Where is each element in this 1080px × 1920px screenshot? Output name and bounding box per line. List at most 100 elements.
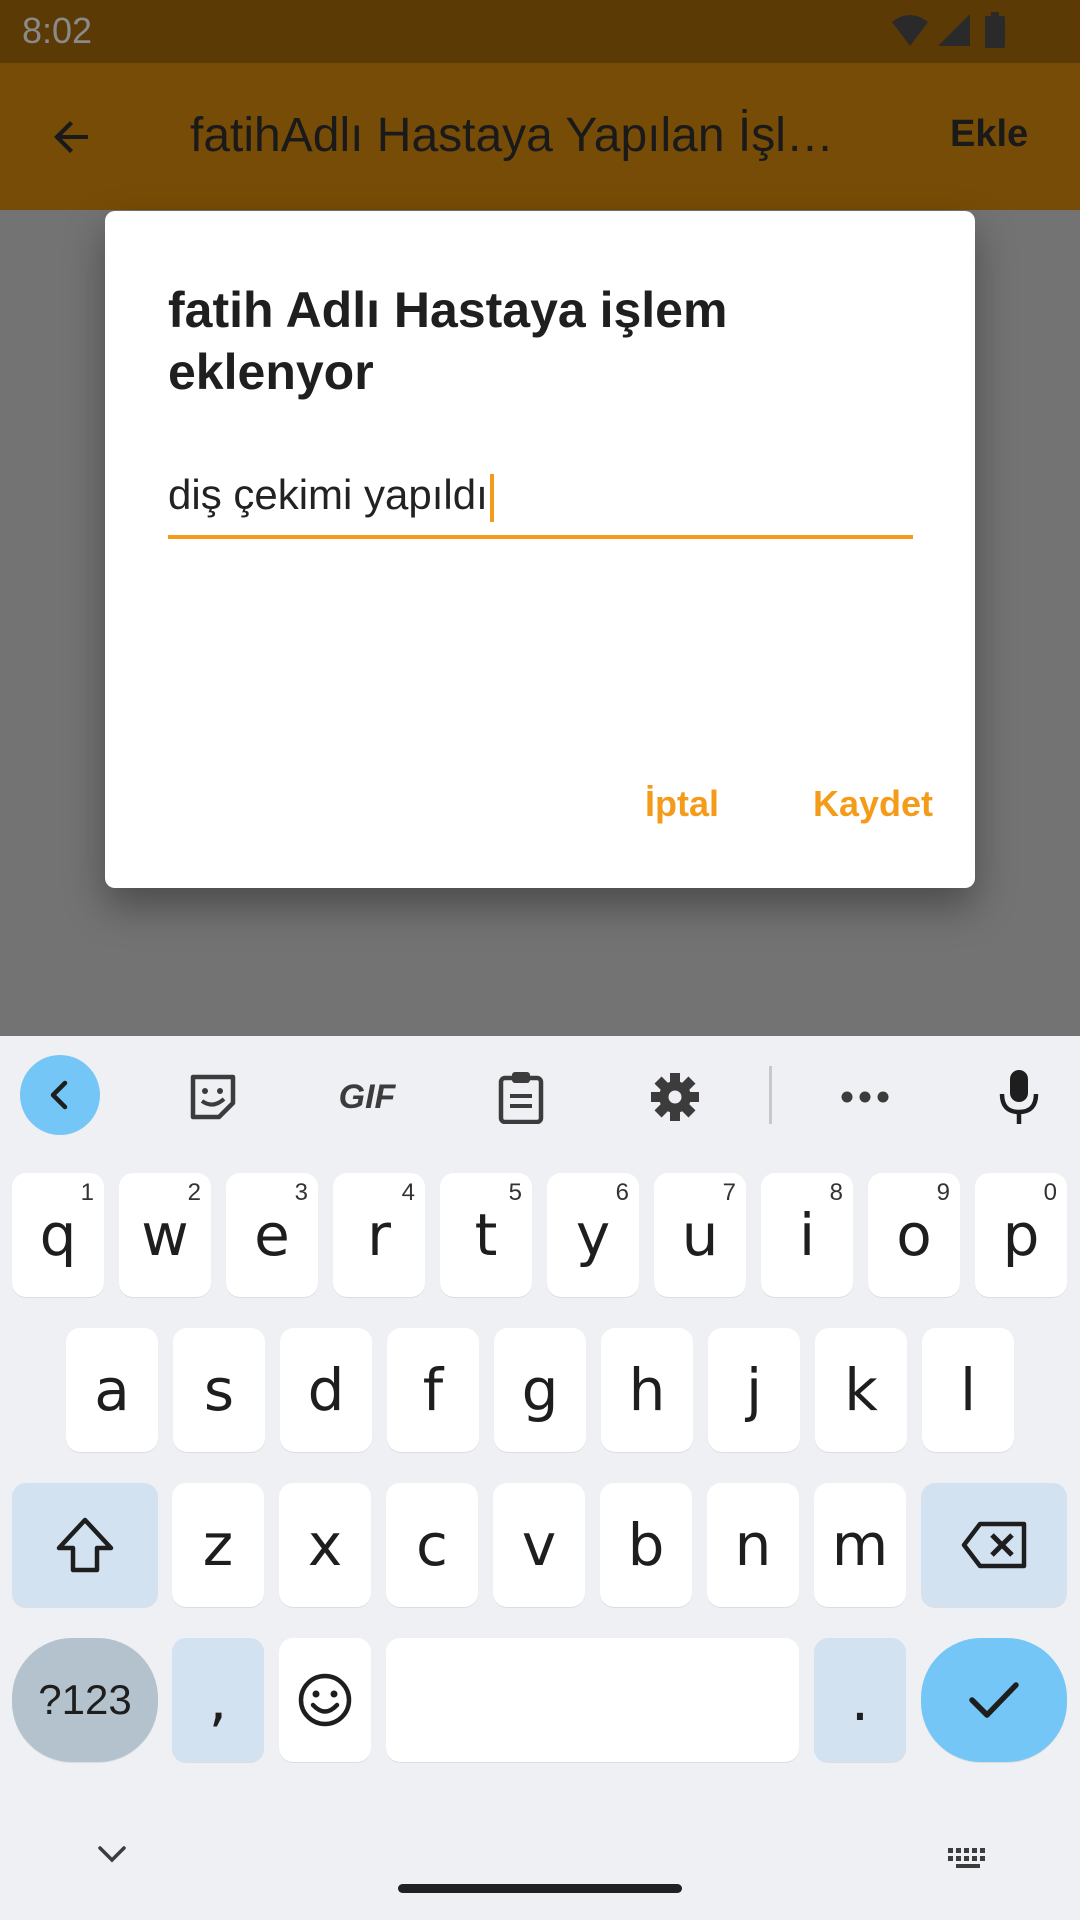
key-g[interactable]: g bbox=[494, 1328, 586, 1452]
add-procedure-dialog: fatih Adlı Hastaya işlem eklenyor diş çe… bbox=[105, 211, 975, 888]
clipboard-button[interactable] bbox=[482, 1058, 560, 1136]
key-q[interactable]: q1 bbox=[12, 1173, 104, 1297]
key-label: x bbox=[307, 1511, 343, 1579]
gesture-handle[interactable] bbox=[398, 1884, 682, 1893]
checkmark-icon bbox=[969, 1682, 1019, 1718]
key-i[interactable]: i8 bbox=[761, 1173, 853, 1297]
voice-input-button[interactable] bbox=[980, 1058, 1058, 1136]
sticker-button[interactable] bbox=[174, 1058, 252, 1136]
key-label: d bbox=[307, 1356, 345, 1424]
key-z[interactable]: z bbox=[172, 1483, 264, 1607]
sticker-icon bbox=[190, 1074, 236, 1120]
key-l[interactable]: l bbox=[922, 1328, 1014, 1452]
key-v[interactable]: v bbox=[493, 1483, 585, 1607]
key-m[interactable]: m bbox=[814, 1483, 906, 1607]
key-hint: 8 bbox=[829, 1179, 843, 1206]
key-n[interactable]: n bbox=[707, 1483, 799, 1607]
key-label: o bbox=[896, 1201, 932, 1269]
key-label: r bbox=[367, 1201, 391, 1269]
space-key[interactable] bbox=[386, 1638, 799, 1762]
shift-arrow-icon bbox=[56, 1517, 114, 1573]
key-hint: 9 bbox=[936, 1179, 950, 1206]
key-r[interactable]: r4 bbox=[333, 1173, 425, 1297]
key-c[interactable]: c bbox=[386, 1483, 478, 1607]
key-hint: 5 bbox=[508, 1179, 522, 1206]
comma-key[interactable]: , bbox=[172, 1638, 264, 1762]
key-label: v bbox=[521, 1511, 557, 1579]
key-label: s bbox=[203, 1356, 235, 1424]
key-x[interactable]: x bbox=[279, 1483, 371, 1607]
key-o[interactable]: o9 bbox=[868, 1173, 960, 1297]
key-label: a bbox=[94, 1356, 130, 1424]
key-hint: 0 bbox=[1043, 1179, 1057, 1206]
symbols-key[interactable]: ?123 bbox=[12, 1638, 158, 1762]
key-y[interactable]: y6 bbox=[547, 1173, 639, 1297]
key-label: t bbox=[474, 1201, 498, 1269]
key-hint: 3 bbox=[294, 1179, 308, 1206]
key-hint: 1 bbox=[80, 1179, 94, 1206]
key-label: h bbox=[628, 1356, 666, 1424]
chevron-down-icon bbox=[98, 1846, 126, 1863]
key-label: c bbox=[416, 1511, 448, 1579]
key-f[interactable]: f bbox=[387, 1328, 479, 1452]
key-label: z bbox=[202, 1511, 234, 1579]
key-j[interactable]: j bbox=[708, 1328, 800, 1452]
keyboard-icon bbox=[948, 1848, 985, 1868]
key-e[interactable]: e3 bbox=[226, 1173, 318, 1297]
key-hint: 6 bbox=[615, 1179, 629, 1206]
emoji-key[interactable] bbox=[279, 1638, 371, 1762]
key-k[interactable]: k bbox=[815, 1328, 907, 1452]
shift-key[interactable] bbox=[12, 1483, 158, 1607]
microphone-icon bbox=[999, 1070, 1039, 1124]
more-button[interactable] bbox=[826, 1058, 904, 1136]
key-label: g bbox=[521, 1356, 559, 1424]
procedure-input[interactable]: diş çekimi yapıldı bbox=[168, 471, 913, 539]
key-w[interactable]: w2 bbox=[119, 1173, 211, 1297]
back-button[interactable] bbox=[40, 105, 104, 169]
page-title: fatihAdlı Hastaya Yapılan İşlemler bbox=[190, 109, 840, 162]
dialog-title: fatih Adlı Hastaya işlem eklenyor bbox=[168, 282, 728, 400]
keyboard-back-button[interactable] bbox=[20, 1055, 100, 1135]
key-label: p bbox=[1002, 1201, 1040, 1269]
save-button[interactable]: Kaydet bbox=[813, 783, 933, 825]
key-hint: 7 bbox=[722, 1179, 736, 1206]
key-b[interactable]: b bbox=[600, 1483, 692, 1607]
key-t[interactable]: t5 bbox=[440, 1173, 532, 1297]
key-label: w bbox=[141, 1201, 189, 1269]
key-label: j bbox=[745, 1356, 763, 1424]
key-label: l bbox=[959, 1356, 977, 1424]
key-hint: 4 bbox=[401, 1179, 415, 1206]
toolbar-divider bbox=[769, 1066, 772, 1124]
key-d[interactable]: d bbox=[280, 1328, 372, 1452]
key-label: m bbox=[831, 1511, 889, 1579]
key-label: q bbox=[39, 1201, 77, 1269]
key-label: u bbox=[681, 1201, 719, 1269]
emoji-icon bbox=[298, 1673, 352, 1727]
key-a[interactable]: a bbox=[66, 1328, 158, 1452]
wifi-icon bbox=[890, 12, 930, 53]
key-s[interactable]: s bbox=[173, 1328, 265, 1452]
signal-icon bbox=[936, 12, 972, 53]
gif-icon: GIF bbox=[338, 1077, 396, 1116]
enter-key[interactable] bbox=[921, 1638, 1067, 1762]
switch-keyboard-button[interactable] bbox=[946, 1846, 990, 1875]
gif-button[interactable]: GIF bbox=[328, 1058, 406, 1136]
key-label: f bbox=[422, 1356, 444, 1424]
hide-keyboard-button[interactable] bbox=[94, 1842, 130, 1871]
cancel-button[interactable]: İptal bbox=[645, 783, 719, 825]
more-icon bbox=[841, 1091, 889, 1103]
period-key[interactable]: . bbox=[814, 1638, 906, 1762]
key-label: y bbox=[575, 1201, 611, 1269]
backspace-key[interactable] bbox=[921, 1483, 1067, 1607]
key-label: e bbox=[254, 1201, 290, 1269]
add-button[interactable]: Ekle bbox=[950, 113, 1028, 156]
settings-button[interactable] bbox=[636, 1058, 714, 1136]
key-u[interactable]: u7 bbox=[654, 1173, 746, 1297]
key-p[interactable]: p0 bbox=[975, 1173, 1067, 1297]
text-caret bbox=[489, 473, 494, 522]
key-h[interactable]: h bbox=[601, 1328, 693, 1452]
procedure-input-value: diş çekimi yapıldı bbox=[168, 471, 488, 518]
key-hint: 2 bbox=[187, 1179, 201, 1206]
battery-icon bbox=[984, 12, 1006, 53]
backspace-icon bbox=[961, 1521, 1027, 1569]
